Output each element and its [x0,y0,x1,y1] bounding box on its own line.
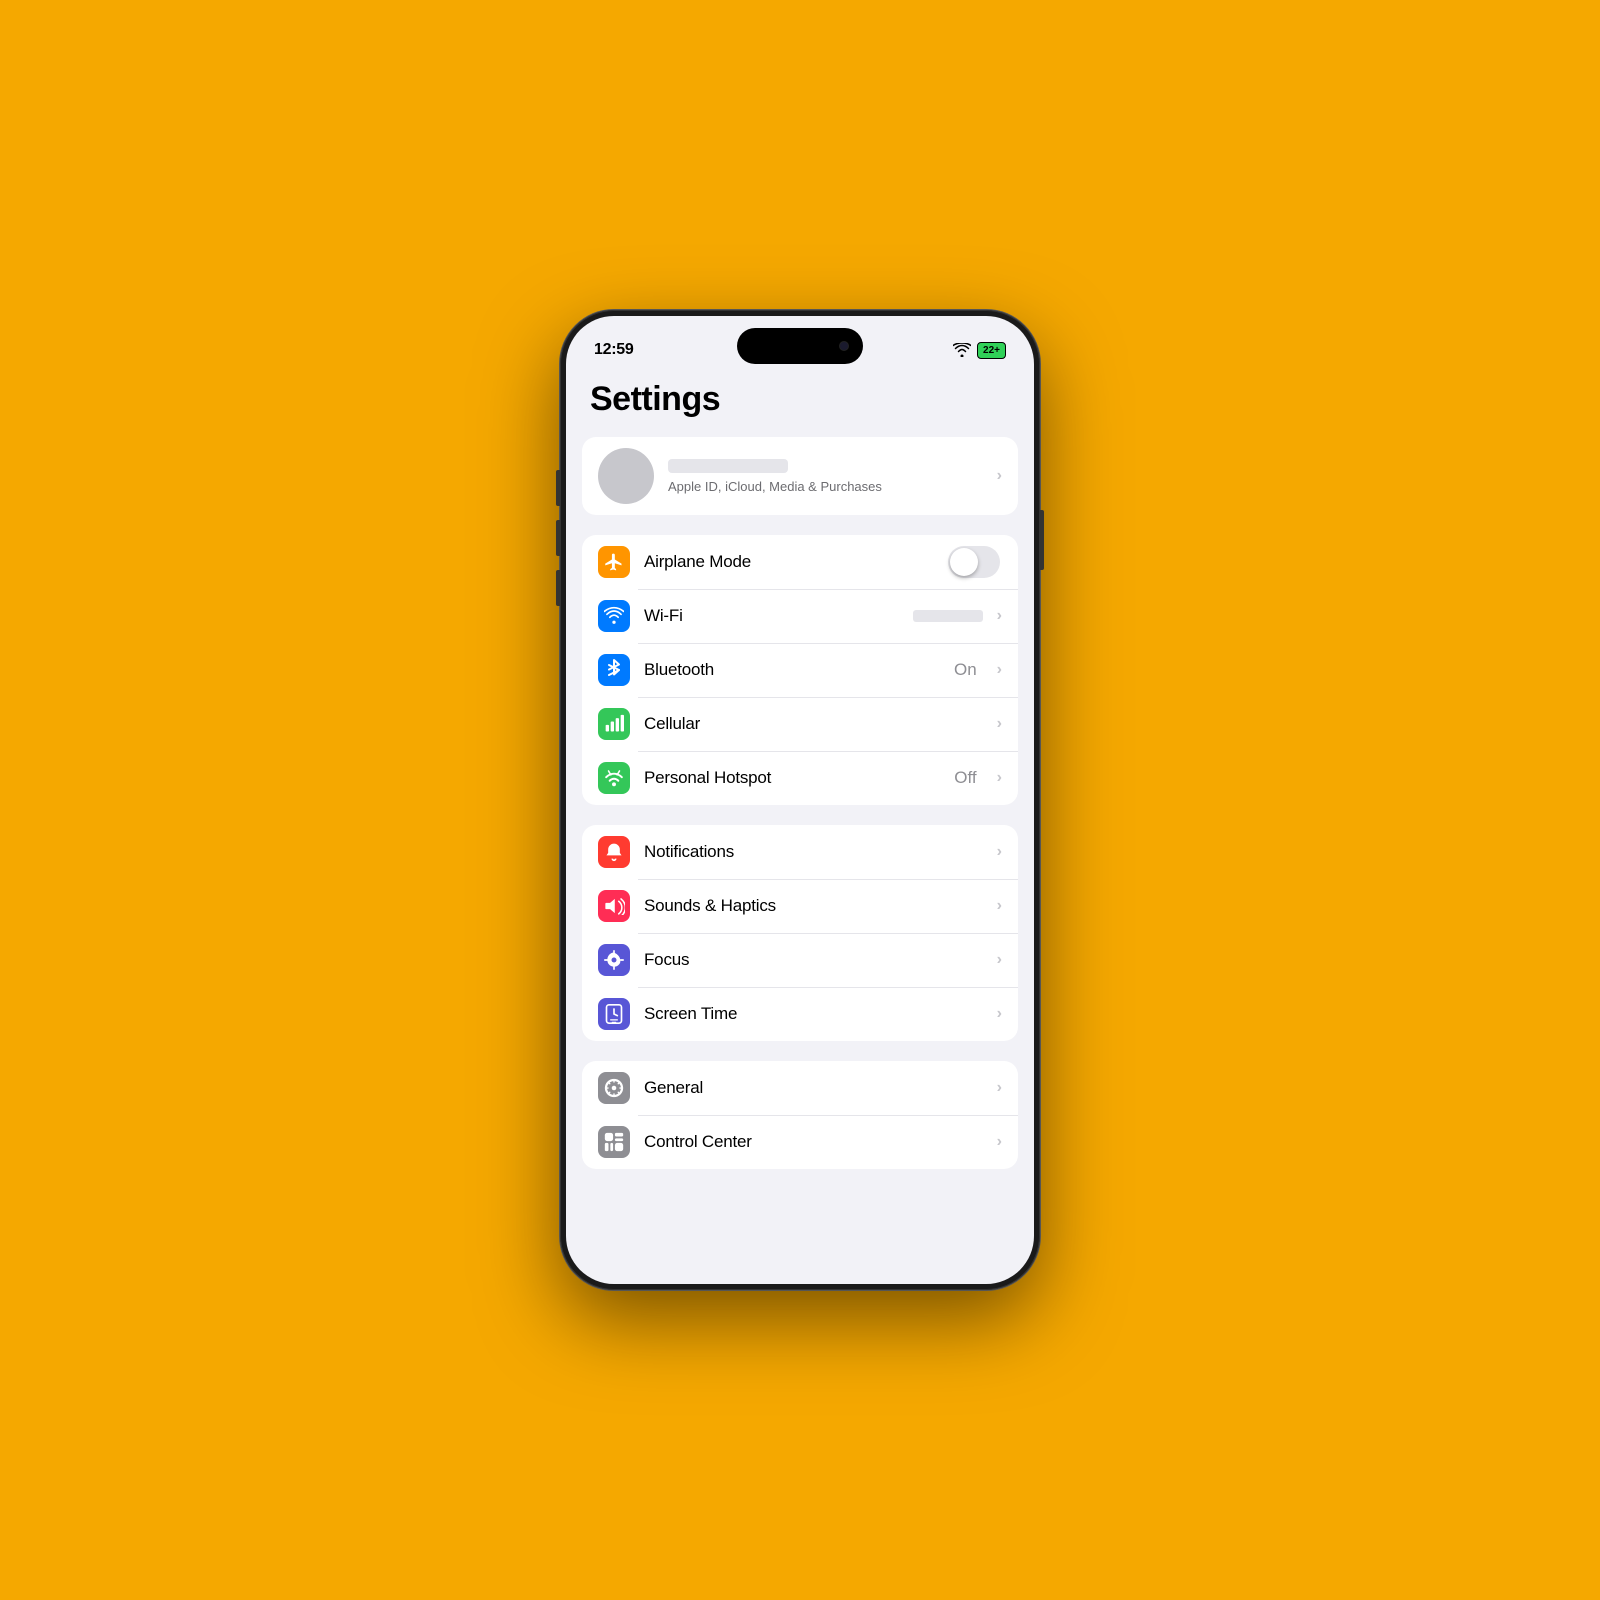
battery-badge: 22+ [977,342,1006,359]
status-bar: 12:59 22+ [566,316,1034,370]
wifi-icon [953,343,971,357]
wifi-network-placeholder [913,610,983,622]
wifi-chevron: › [997,607,1002,625]
wifi-setting-icon [604,606,624,626]
settings-scroll-content[interactable]: Settings Apple ID, iCloud, Media & Purch… [566,370,1034,1284]
hotspot-icon-wrap [598,762,630,794]
screen-time-row[interactable]: Screen Time › [582,987,1018,1041]
general-row[interactable]: General › [582,1061,1018,1115]
wifi-icon-wrap [598,600,630,632]
wifi-label: Wi-Fi [644,606,899,626]
status-time: 12:59 [594,341,633,359]
cellular-icon [604,714,624,734]
focus-chevron: › [997,951,1002,969]
spacer-2 [566,815,1034,825]
page-title: Settings [566,370,1034,437]
focus-row[interactable]: Focus › [582,933,1018,987]
wifi-row[interactable]: Wi-Fi › [582,589,1018,643]
apple-id-chevron: › [997,467,1002,485]
bluetooth-icon-wrap [598,654,630,686]
screen-time-icon [604,1003,624,1025]
control-center-row[interactable]: Control Center › [582,1115,1018,1169]
apple-id-card[interactable]: Apple ID, iCloud, Media & Purchases › [582,437,1018,515]
status-icons: 22+ [953,342,1006,359]
airplane-mode-toggle-thumb [950,548,978,576]
airplane-mode-row[interactable]: Airplane Mode [582,535,1018,589]
notifications-icon-wrap [598,836,630,868]
cellular-row[interactable]: Cellular › [582,697,1018,751]
bluetooth-value: On [954,660,977,680]
focus-icon [604,950,624,970]
general-label: General [644,1078,983,1098]
airplane-mode-icon-wrap [598,546,630,578]
bluetooth-label: Bluetooth [644,660,940,680]
notifications-label: Notifications [644,842,983,862]
control-center-icon-wrap [598,1126,630,1158]
apple-id-row[interactable]: Apple ID, iCloud, Media & Purchases › [582,437,1018,515]
sounds-haptics-row[interactable]: Sounds & Haptics › [582,879,1018,933]
apple-id-text: Apple ID, iCloud, Media & Purchases [668,459,983,494]
hotspot-icon [603,769,625,787]
control-center-chevron: › [997,1133,1002,1151]
personal-hotspot-chevron: › [997,769,1002,787]
general-chevron: › [997,1079,1002,1097]
airplane-icon [604,552,624,572]
sounds-haptics-label: Sounds & Haptics [644,896,983,916]
connectivity-card: Airplane Mode Wi-Fi [582,535,1018,805]
sounds-icon [603,897,625,915]
bluetooth-icon [606,659,622,681]
screen-time-chevron: › [997,1005,1002,1023]
focus-label: Focus [644,950,983,970]
notifications-icon [604,841,624,863]
phone-screen: 12:59 22+ Settings [566,316,1034,1284]
wifi-value [913,610,983,622]
general-icon [603,1077,625,1099]
control-center-icon [603,1131,625,1153]
sounds-icon-wrap [598,890,630,922]
apple-id-name-placeholder [668,459,788,473]
personal-hotspot-row[interactable]: Personal Hotspot Off › [582,751,1018,805]
general-card: General › Cont [582,1061,1018,1169]
general-icon-wrap [598,1072,630,1104]
bluetooth-chevron: › [997,661,1002,679]
notifications-row[interactable]: Notifications › [582,825,1018,879]
spacer-3 [566,1051,1034,1061]
airplane-mode-label: Airplane Mode [644,552,934,572]
sounds-chevron: › [997,897,1002,915]
airplane-mode-toggle[interactable] [948,546,1000,578]
apple-id-subtitle: Apple ID, iCloud, Media & Purchases [668,479,983,494]
phone-frame: 12:59 22+ Settings [560,310,1040,1290]
cellular-chevron: › [997,715,1002,733]
cellular-label: Cellular [644,714,983,734]
camera-dot [839,341,849,351]
personal-hotspot-value: Off [954,768,976,788]
cellular-icon-wrap [598,708,630,740]
personal-hotspot-label: Personal Hotspot [644,768,940,788]
bluetooth-row[interactable]: Bluetooth On › [582,643,1018,697]
avatar [598,448,654,504]
screen-time-label: Screen Time [644,1004,983,1024]
spacer-1 [566,525,1034,535]
focus-icon-wrap [598,944,630,976]
dynamic-island [737,328,863,364]
notifications-chevron: › [997,843,1002,861]
system-card: Notifications › Sounds & Haptics › [582,825,1018,1041]
control-center-label: Control Center [644,1132,983,1152]
screen-time-icon-wrap [598,998,630,1030]
